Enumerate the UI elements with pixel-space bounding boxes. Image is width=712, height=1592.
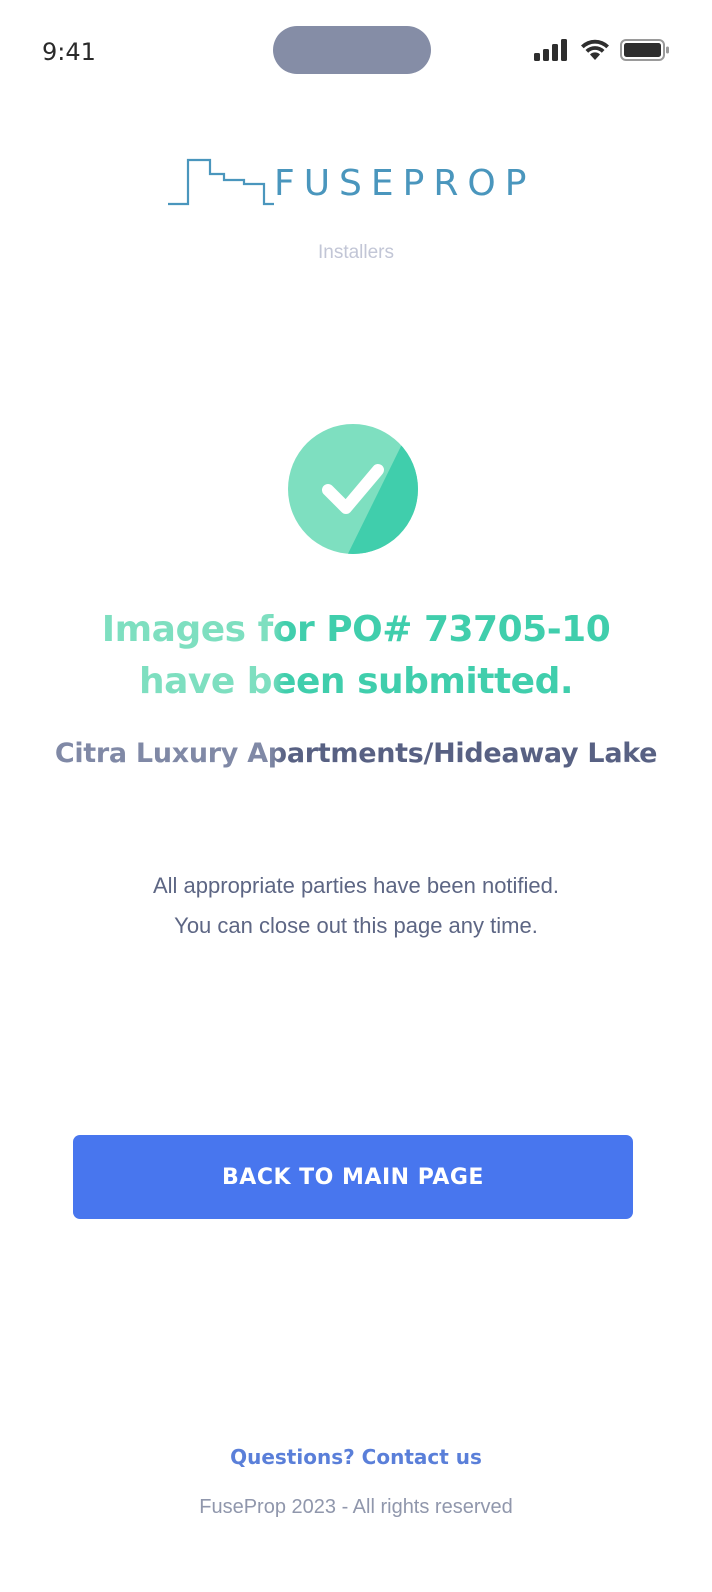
contact-us-link[interactable]: Questions? Contact us: [0, 1445, 712, 1469]
status-bar: 9:41: [0, 0, 712, 100]
battery-icon: [620, 38, 670, 67]
status-time: 9:41: [42, 38, 96, 66]
headline-line-1: Images for PO# 73705-10: [101, 609, 611, 650]
signal-icon: [534, 38, 570, 67]
back-to-main-button[interactable]: BACK TO MAIN PAGE: [73, 1135, 633, 1219]
dynamic-island: [273, 26, 431, 74]
copyright-text: FuseProp 2023 - All rights reserved: [199, 1496, 513, 1518]
property-name: Citra Luxury Apartments/Hideaway Lake: [0, 738, 712, 769]
message-line-1: All appropriate parties have been notifi…: [152, 873, 560, 898]
headline-line-2: have been submitted.: [138, 661, 574, 702]
status-icons: [534, 38, 670, 67]
brand-logo: FUSEPROP: [168, 156, 538, 208]
success-headline: Images for PO# 73705-10 have been submit…: [0, 604, 712, 708]
brand-name: FUSEPROP: [274, 163, 536, 204]
message-line-2: You can close out this page any time.: [174, 913, 538, 938]
app-subtitle: Installers: [317, 242, 395, 263]
checkmark-circle-icon: [288, 424, 418, 554]
wifi-icon: [580, 38, 610, 67]
notification-message: All appropriate parties have been notifi…: [0, 866, 712, 946]
